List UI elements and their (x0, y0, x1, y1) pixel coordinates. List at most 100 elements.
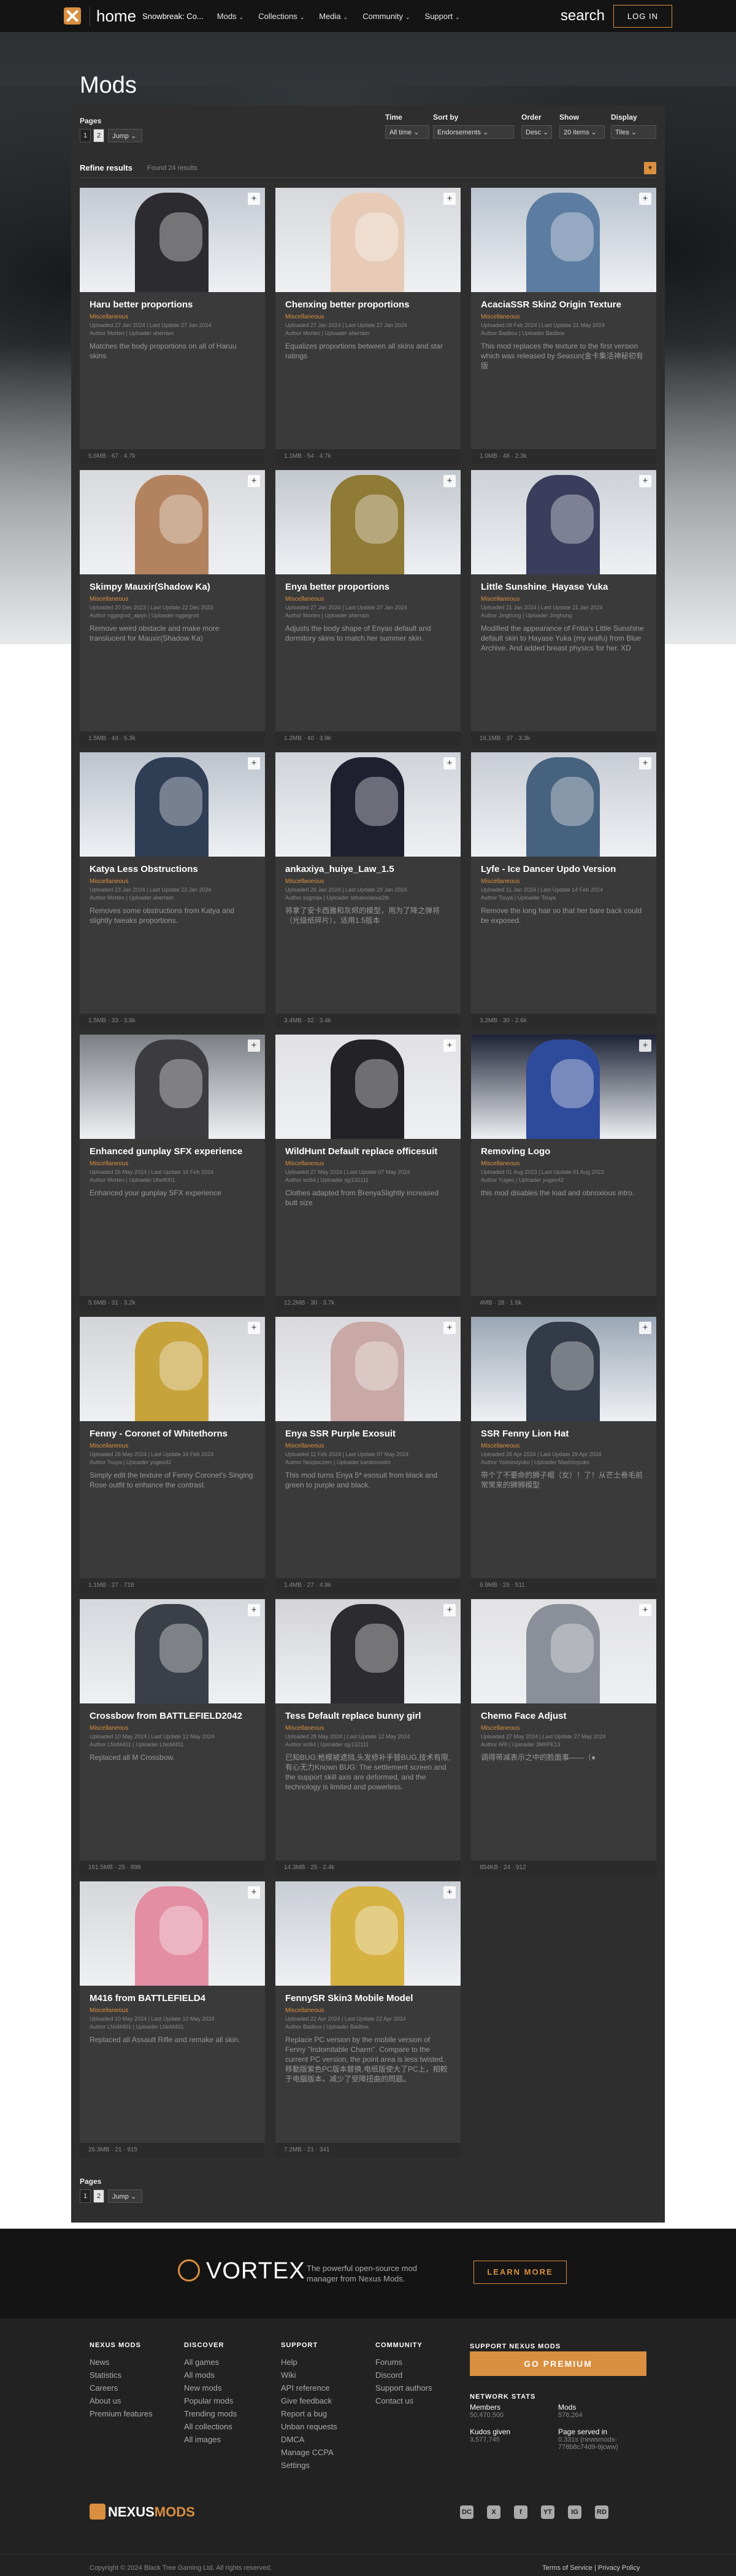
footer-link[interactable]: Wiki (281, 2369, 337, 2381)
mod-thumbnail[interactable]: + (471, 188, 656, 292)
terms-links[interactable]: Terms of Service | Privacy Policy (542, 2564, 640, 2572)
mod-thumbnail[interactable]: + (80, 188, 265, 292)
add-to-collection-icon[interactable]: + (639, 1322, 651, 1334)
time-select[interactable]: All time ⌄ (385, 125, 429, 139)
reddit-icon[interactable]: RD (595, 2505, 608, 2519)
mod-thumbnail[interactable]: + (275, 1317, 461, 1421)
mod-author[interactable]: Author Yoshinoyuko | Uploader Mashiroyuk… (481, 1459, 651, 1467)
mod-thumbnail[interactable]: + (275, 470, 461, 574)
add-to-collection-icon[interactable]: + (248, 475, 260, 487)
mod-category[interactable]: Miscellaneous (90, 1725, 128, 1732)
page-2-button[interactable]: 2 (93, 129, 104, 142)
mod-author[interactable]: Author ssgmax | Uploader sbhaoxiaoxa2tb (285, 894, 456, 902)
nav-collections[interactable]: Collections ⌄ (258, 12, 304, 21)
mod-title[interactable]: Enya SSR Purple Exosuit (285, 1429, 451, 1439)
mod-thumbnail[interactable]: + (80, 1317, 265, 1421)
mod-tile[interactable]: + Tess Default replace bunny girl Miscella… (275, 1599, 461, 1875)
mod-thumbnail[interactable]: + (275, 752, 461, 857)
mod-category[interactable]: Miscellaneous (481, 878, 519, 885)
mod-author[interactable]: Author Morten | Uploader aherram (90, 330, 260, 337)
footer-link[interactable]: All mods (184, 2369, 237, 2381)
footer-link[interactable]: Popular mods (184, 2394, 237, 2407)
mod-title[interactable]: SSR Fenny Lion Hat (481, 1429, 646, 1439)
footer-link[interactable]: Give feedback (281, 2394, 337, 2407)
footer-link[interactable]: Premium features (90, 2407, 153, 2420)
add-to-collection-icon[interactable]: + (639, 757, 651, 769)
mod-category[interactable]: Miscellaneous (90, 1160, 128, 1167)
mod-title[interactable]: Tess Default replace bunny girl (285, 1711, 451, 1721)
mod-author[interactable]: Author Badbox | Uploader Badbox (285, 2023, 456, 2031)
mod-author[interactable]: Author Morten | Uploader aherram (285, 330, 456, 337)
mod-author[interactable]: Author Morten | Uploader aherram (285, 612, 456, 620)
mod-title[interactable]: ankaxiya_huiye_Law_1.5 (285, 864, 451, 874)
mod-thumbnail[interactable]: + (275, 1881, 461, 1986)
mod-author[interactable]: Author Morten | Uploader Ubelt001 (90, 1176, 260, 1184)
add-to-collection-icon[interactable]: + (639, 1604, 651, 1616)
mod-tile[interactable]: + M416 from BATTLEFIELD4 Miscellaneous Uplo… (80, 1881, 265, 2158)
mod-tile[interactable]: + AcaciaSSR Skin2 Origin Texture Miscellan… (471, 188, 656, 464)
mod-title[interactable]: Enhanced gunplay SFX experience (90, 1146, 255, 1157)
mod-tile[interactable]: + SSR Fenny Lion Hat Miscellaneous Uploaded… (471, 1317, 656, 1593)
add-to-collection-icon[interactable]: + (248, 1039, 260, 1052)
jump-select-bottom[interactable]: Jump ⌄ (108, 2189, 142, 2203)
mod-category[interactable]: Miscellaneous (481, 1725, 519, 1732)
mod-thumbnail[interactable]: + (80, 470, 265, 574)
mod-tile[interactable]: + WildHunt Default replace officesuit Misc… (275, 1035, 461, 1311)
mod-thumbnail[interactable]: + (275, 188, 461, 292)
mod-tile[interactable]: + Katya Less Obstructions Miscellaneous Upl… (80, 752, 265, 1028)
nav-mods[interactable]: Mods ⌄ (217, 12, 243, 21)
footer-link[interactable]: News (90, 2356, 153, 2369)
footer-link[interactable]: Contact us (375, 2394, 432, 2407)
mod-category[interactable]: Miscellaneous (285, 878, 324, 885)
refine-results-bar[interactable]: Refine results Found 24 results ▾ (80, 160, 656, 178)
add-to-collection-icon[interactable]: + (248, 757, 260, 769)
nexusmods-footer-logo[interactable]: NEXUSMODS (90, 2504, 195, 2520)
nav-community[interactable]: Community ⌄ (362, 12, 410, 21)
footer-link[interactable]: Support authors (375, 2381, 432, 2394)
mod-thumbnail[interactable]: + (80, 752, 265, 857)
mod-thumbnail[interactable]: + (80, 1599, 265, 1703)
show-select[interactable]: 20 items ⌄ (559, 125, 605, 139)
mod-tile[interactable]: + Haru better proportions Miscellaneous Upl… (80, 188, 265, 464)
mod-title[interactable]: Little Sunshine_Hayase Yuka (481, 582, 646, 592)
mod-title[interactable]: FennySR Skin3 Mobile Model (285, 1993, 451, 2003)
footer-link[interactable]: Careers (90, 2381, 153, 2394)
add-to-collection-icon[interactable]: + (639, 193, 651, 205)
page-1-button[interactable]: 1 (80, 129, 91, 142)
mod-author[interactable]: Author LNoM401 | Uploader LNoM401 (90, 1741, 260, 1749)
footer-link[interactable]: Settings (281, 2459, 337, 2472)
mod-title[interactable]: AcaciaSSR Skin2 Origin Texture (481, 299, 646, 310)
home-link[interactable]: home (90, 6, 136, 26)
mod-author[interactable]: Author Yugeo | Uploader yugeo42 (481, 1176, 651, 1184)
mod-title[interactable]: Fenny - Coronet of Whitethorns (90, 1429, 255, 1439)
mod-title[interactable]: Chemo Face Adjust (481, 1711, 646, 1721)
mod-title[interactable]: M416 from BATTLEFIELD4 (90, 1993, 255, 2003)
footer-link[interactable]: Unban requests (281, 2420, 337, 2433)
x-twitter-icon[interactable]: X (487, 2505, 500, 2519)
mod-title[interactable]: WildHunt Default replace officesuit (285, 1146, 451, 1157)
mod-author[interactable]: Author sci64 | Uploader sjy132111 (285, 1741, 456, 1749)
add-to-collection-icon[interactable]: + (248, 1322, 260, 1334)
display-select[interactable]: Tiles ⌄ (611, 125, 656, 139)
mod-category[interactable]: Miscellaneous (285, 1160, 324, 1167)
footer-link[interactable]: Statistics (90, 2369, 153, 2381)
add-to-collection-icon[interactable]: + (639, 1039, 651, 1052)
mod-tile[interactable]: + ankaxiya_huiye_Law_1.5 Miscellaneous Uplo… (275, 752, 461, 1028)
mod-author[interactable]: Author Tsuya | Uploader yugeo42 (90, 1459, 260, 1467)
add-to-collection-icon[interactable]: + (248, 1604, 260, 1616)
page-1-button-bottom[interactable]: 1 (80, 2189, 91, 2203)
mod-author[interactable]: Author ARI | Uploader 3MIIPE13 (481, 1741, 651, 1749)
mod-tile[interactable]: + Chemo Face Adjust Miscellaneous Uploaded … (471, 1599, 656, 1875)
footer-link[interactable]: Discord (375, 2369, 432, 2381)
mod-tile[interactable]: + Enya better proportions Miscellaneous Upl… (275, 470, 461, 746)
mod-title[interactable]: Crossbow from BATTLEFIELD2042 (90, 1711, 255, 1721)
mod-category[interactable]: Miscellaneous (90, 1443, 128, 1449)
mod-author[interactable]: Author LNoM401 | Uploader LNoM401 (90, 2023, 260, 2031)
add-to-collection-icon[interactable]: + (248, 1886, 260, 1899)
footer-link[interactable]: About us (90, 2394, 153, 2407)
footer-link[interactable]: All images (184, 2433, 237, 2446)
mod-thumbnail[interactable]: + (471, 752, 656, 857)
go-premium-button[interactable]: GO PREMIUM (470, 2351, 646, 2376)
mod-tile[interactable]: + Enhanced gunplay SFX experience Miscella… (80, 1035, 265, 1311)
mod-category[interactable]: Miscellaneous (285, 1725, 324, 1732)
